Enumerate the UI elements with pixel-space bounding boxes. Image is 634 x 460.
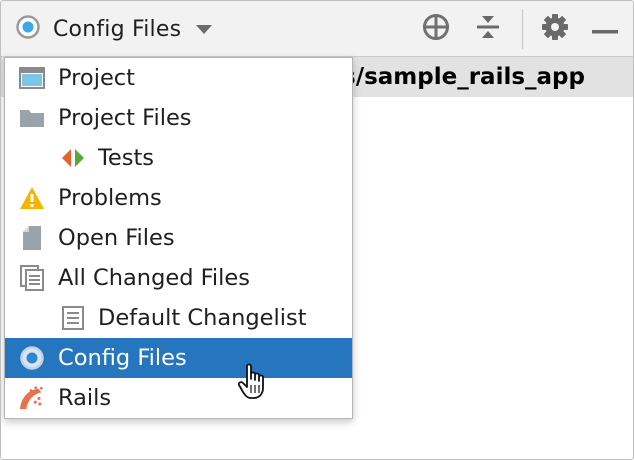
locate-button[interactable]	[418, 11, 454, 47]
config-files-icon	[15, 14, 41, 44]
minimize-icon	[592, 20, 618, 39]
menu-item-label: Problems	[58, 185, 162, 211]
menu-item-label: Rails	[58, 385, 112, 411]
settings-button[interactable]	[537, 11, 573, 47]
menu-item-all-changed-files[interactable]: All Changed Files	[5, 258, 352, 298]
view-selector-label: Config Files	[53, 16, 182, 42]
collapse-all-button[interactable]	[470, 11, 506, 47]
locate-icon	[421, 12, 451, 46]
changelist-icon	[60, 306, 86, 330]
menu-item-open-files[interactable]: Open Files	[5, 218, 352, 258]
tool-window: Config Files s/sample_rails_app Project …	[0, 0, 634, 460]
menu-item-project-files[interactable]: Project Files	[5, 98, 352, 138]
gear-icon	[541, 13, 569, 45]
rails-icon	[19, 386, 45, 410]
menu-item-label: Project Files	[58, 105, 192, 131]
menu-item-config-files[interactable]: Config Files	[5, 338, 352, 378]
menu-item-label: All Changed Files	[58, 265, 250, 291]
menu-item-default-changelist[interactable]: Default Changelist	[5, 298, 352, 338]
menu-item-label: Tests	[98, 145, 155, 171]
menu-item-label: Open Files	[58, 225, 175, 251]
toolbar-separator	[522, 9, 523, 49]
config-files-icon	[19, 346, 45, 370]
view-selector-popup: Project Project Files Tests Problems Ope…	[4, 57, 353, 419]
folder-icon	[19, 106, 45, 130]
tool-window-header: Config Files	[1, 1, 633, 57]
chevron-down-icon	[195, 20, 213, 39]
view-selector-dropdown[interactable]: Config Files	[15, 11, 213, 47]
menu-item-label: Default Changelist	[98, 305, 307, 331]
file-icon	[19, 226, 45, 250]
menu-item-problems[interactable]: Problems	[5, 178, 352, 218]
hand-pointer-icon	[237, 363, 272, 405]
changed-files-icon	[19, 265, 45, 291]
tests-icon	[60, 146, 86, 170]
minimize-button[interactable]	[587, 11, 623, 47]
menu-item-project[interactable]: Project	[5, 58, 352, 98]
menu-item-rails[interactable]: Rails	[5, 378, 352, 418]
collapse-all-icon	[475, 13, 501, 45]
menu-item-label: Project	[58, 65, 135, 91]
project-root-path: s/sample_rails_app	[342, 64, 585, 90]
menu-item-label: Config Files	[58, 345, 187, 371]
project-window-icon	[19, 66, 45, 90]
menu-item-tests[interactable]: Tests	[5, 138, 352, 178]
warning-icon	[19, 186, 45, 210]
